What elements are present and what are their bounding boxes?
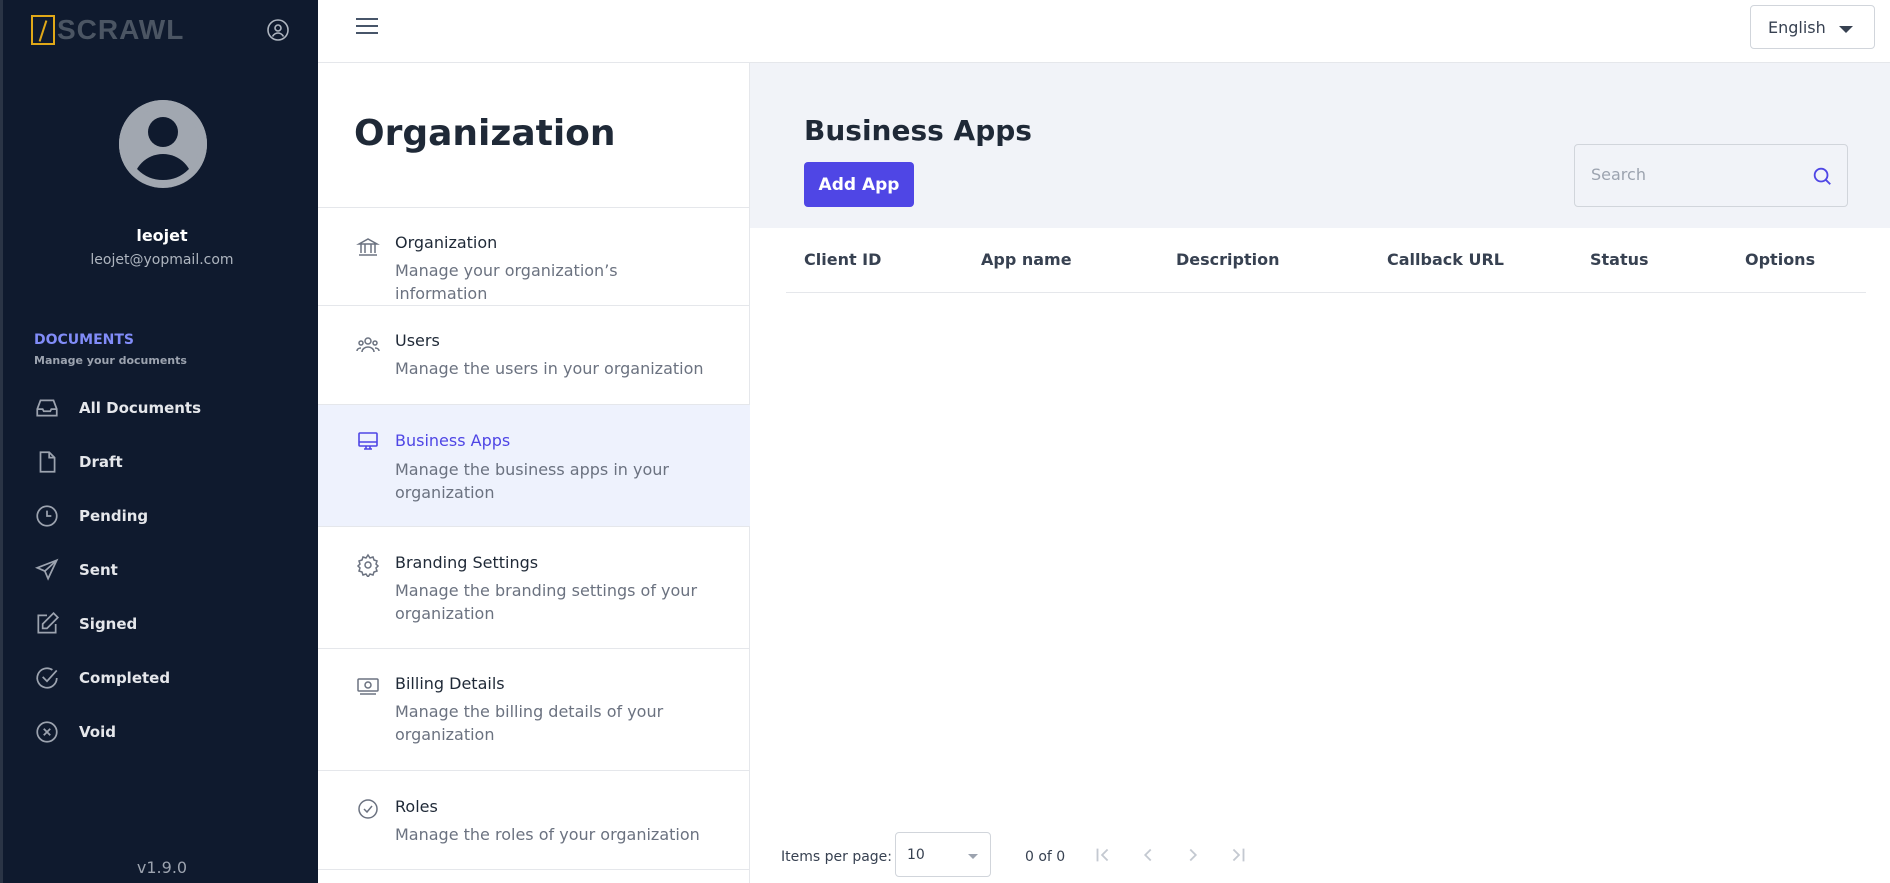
org-menu-item-label: Business Apps xyxy=(395,431,511,450)
sidebar-item-label: Completed xyxy=(79,669,171,687)
bank-icon xyxy=(356,238,380,256)
sidebar-item-label: Pending xyxy=(79,507,149,525)
sidebar: SCRAWL leojet leojet@yopmail.com DOCUMEN… xyxy=(0,0,318,883)
sidebar-item-draft[interactable]: Draft xyxy=(34,447,123,477)
sidebar-item-label: Signed xyxy=(79,615,138,633)
banknote-icon xyxy=(357,678,379,695)
page-size-value: 10 xyxy=(907,847,925,863)
gear-icon xyxy=(356,553,380,577)
main-header: Business Apps Add App xyxy=(750,63,1890,228)
org-menu-item-organization[interactable]: Organization Manage your organization’s … xyxy=(318,208,750,306)
add-app-button[interactable]: Add App xyxy=(804,162,914,207)
sidebar-item-void[interactable]: Void xyxy=(34,717,116,747)
table-header: Client ID App name Description Callback … xyxy=(786,228,1866,293)
org-menu-item-users[interactable]: Users Manage the users in your organizat… xyxy=(318,306,750,405)
section-subtitle: Manage your documents xyxy=(34,354,187,367)
sidebar-item-label: Void xyxy=(79,723,116,741)
clock-icon xyxy=(36,505,58,527)
section-title: DOCUMENTS xyxy=(34,332,135,348)
org-menu-item-description: Manage the users in your organization xyxy=(395,359,704,378)
language-value: English xyxy=(1768,17,1826,37)
x-circle-icon xyxy=(36,721,58,743)
org-menu-item-branding-settings[interactable]: Branding Settings Manage the branding se… xyxy=(318,527,750,649)
paginator: Items per page: 10 0 of 0 xyxy=(750,831,1890,881)
page-size-select[interactable]: 10 xyxy=(895,832,991,877)
previous-page-icon[interactable] xyxy=(1137,844,1159,866)
org-menu-item-billing-details[interactable]: Billing Details Manage the billing detai… xyxy=(318,649,750,771)
column-header-status[interactable]: Status xyxy=(1590,250,1649,269)
language-select[interactable]: English xyxy=(1750,5,1875,49)
org-menu-item-label: Users xyxy=(395,331,440,350)
menu-icon[interactable] xyxy=(356,18,378,36)
users-icon xyxy=(356,337,380,353)
avatar-ring xyxy=(119,100,207,188)
column-header-app-name[interactable]: App name xyxy=(981,250,1072,269)
org-menu-item-label: Billing Details xyxy=(395,674,505,693)
check-circle-icon xyxy=(36,667,58,689)
logo-mark-icon xyxy=(31,15,55,45)
items-per-page-label: Items per page: xyxy=(781,849,893,865)
sidebar-item-pending[interactable]: Pending xyxy=(34,501,148,531)
send-icon xyxy=(34,558,59,581)
user-name: leojet xyxy=(136,226,188,245)
org-menu-item-description: Manage the billing details of your organ… xyxy=(395,702,664,744)
last-page-icon[interactable] xyxy=(1227,844,1249,866)
sidebar-item-all-documents[interactable]: All Documents xyxy=(34,393,201,423)
sidebar-item-completed[interactable]: Completed xyxy=(34,663,170,693)
user-circle-icon[interactable] xyxy=(266,18,290,42)
sidebar-item-label: Draft xyxy=(79,453,123,471)
search-input[interactable] xyxy=(1591,165,1791,184)
next-page-icon[interactable] xyxy=(1182,844,1204,866)
org-menu-item-description: Manage your organization’s information xyxy=(395,261,618,303)
column-header-callback-url[interactable]: Callback URL xyxy=(1387,250,1504,269)
org-menu-item-label: Organization xyxy=(395,233,498,252)
inbox-icon xyxy=(36,399,58,417)
sidebar-item-signed[interactable]: Signed xyxy=(34,609,137,639)
monitor-icon xyxy=(358,432,378,450)
caret-down-icon xyxy=(1839,26,1853,33)
org-menu-item-roles[interactable]: Roles Manage the roles of your organizat… xyxy=(318,771,750,870)
logo-text: SCRAWL xyxy=(57,14,185,45)
column-header-client-id[interactable]: Client ID xyxy=(804,250,881,269)
sidebar-item-label: Sent xyxy=(79,561,118,579)
app-version: v1.9.0 xyxy=(136,858,188,877)
badge-check-icon xyxy=(358,799,378,819)
org-menu-item-business-apps[interactable]: Business Apps Manage the business apps i… xyxy=(318,405,750,527)
sidebar-item-label: All Documents xyxy=(79,399,202,417)
edit-icon xyxy=(37,611,60,634)
column-header-description[interactable]: Description xyxy=(1176,250,1279,269)
top-bar: English xyxy=(318,0,1890,63)
logo[interactable]: SCRAWL xyxy=(31,14,184,46)
search-icon[interactable] xyxy=(1811,165,1833,187)
main-content: Business Apps Add App Client ID App name… xyxy=(750,63,1890,883)
organization-menu: Organization Organization Manage your or… xyxy=(318,63,750,883)
column-header-options[interactable]: Options xyxy=(1745,250,1815,269)
file-icon xyxy=(39,451,56,473)
org-menu-item-description: Manage the branding settings of your org… xyxy=(395,581,698,623)
page-range: 0 of 0 xyxy=(1025,849,1066,865)
section-heading: Business Apps xyxy=(804,114,1032,147)
org-menu-item-label: Branding Settings xyxy=(395,553,539,572)
caret-down-icon xyxy=(968,854,978,859)
org-menu-item-label: Roles xyxy=(395,797,438,816)
search-box xyxy=(1574,144,1848,207)
page-title: Organization xyxy=(354,113,616,154)
org-menu-item-description: Manage the business apps in your organiz… xyxy=(395,460,669,502)
user-email: leojet@yopmail.com xyxy=(90,252,234,268)
sidebar-item-sent[interactable]: Sent xyxy=(34,555,118,585)
org-menu-item-description: Manage the roles of your organization xyxy=(395,825,700,844)
first-page-icon[interactable] xyxy=(1092,844,1114,866)
